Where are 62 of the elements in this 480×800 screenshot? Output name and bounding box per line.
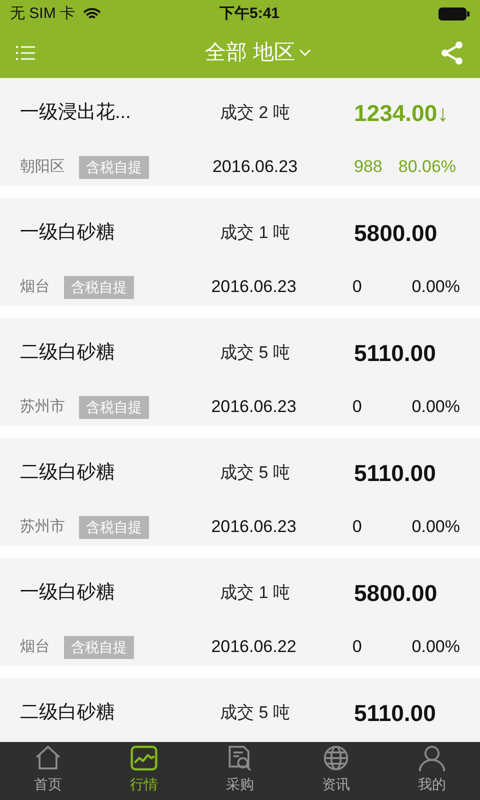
region-text: 朝阳区 (20, 156, 65, 177)
change-value: 0 (352, 276, 362, 298)
region-text: 苏州市 (20, 396, 65, 417)
product-name: 二级白砂糖 (20, 340, 116, 365)
tab-bar-item[interactable]: 我的 (384, 742, 480, 800)
date-text: 2016.06.23 (210, 276, 298, 298)
deal-volume: 成交 5 吨 (219, 702, 291, 724)
region-text: 烟台 (20, 636, 50, 657)
deal-volume: 成交 5 吨 (219, 342, 291, 364)
product-name: 二级白砂糖 (20, 460, 116, 485)
tax-tag: 含税自提 (79, 156, 149, 178)
change-value: 0 (352, 396, 362, 418)
change-value: 988 (354, 156, 382, 178)
price-text: 5110.00 (353, 458, 437, 488)
quote-card[interactable]: 二级白砂糖 成交 5 吨 5110.00 苏州市 含税自提 2016.06.23 0 0.00% (0, 318, 480, 426)
tax-tag: 含税自提 (79, 516, 149, 538)
price-text: 5110.00 (353, 698, 437, 728)
tax-tag: 含税自提 (64, 276, 134, 298)
deal-volume: 成交 2 吨 (219, 102, 291, 124)
change-percent: 80.06% (398, 156, 456, 178)
change-value: 0 (352, 516, 362, 538)
clock-text: 下午5:41 (219, 4, 280, 24)
product-name: 一级白砂糖 (20, 220, 116, 245)
change-percent: 0.00% (412, 396, 460, 418)
menu-icon[interactable] (16, 45, 36, 61)
battery-icon (438, 7, 470, 21)
product-name: 一级白砂糖 (20, 580, 116, 605)
share-icon[interactable] (440, 41, 464, 65)
price-text: 5110.00 (353, 338, 437, 368)
change-value: 0 (352, 636, 362, 658)
region-text: 苏州市 (20, 516, 65, 537)
date-text: 2016.06.23 (210, 516, 298, 538)
tax-tag: 含税自提 (79, 396, 149, 418)
price-text: 5800.00 (353, 578, 438, 608)
user-icon (417, 744, 447, 774)
tab-bar-item[interactable]: 采购 (192, 742, 288, 800)
tax-tag: 含税自提 (64, 636, 134, 658)
region-text: 烟台 (20, 276, 50, 297)
carrier-text: 无 SIM 卡 (10, 4, 76, 24)
deal-volume: 成交 1 吨 (219, 222, 291, 244)
date-text: 2016.06.23 (211, 156, 299, 178)
change-percent: 0.00% (412, 276, 460, 298)
quote-card[interactable]: 二级白砂糖 成交 5 吨 5110.00 苏州市 含税自提 2016.06.23 0 0.00% (0, 438, 480, 546)
wifi-icon (83, 8, 102, 20)
quote-card[interactable]: 一级白砂糖 成交 1 吨 5800.00 烟台 含税自提 2016.06.22 0 0.00% (0, 558, 480, 666)
tab-bar-item[interactable]: 资讯 (288, 742, 384, 800)
caret-icon (298, 49, 311, 57)
date-text: 2016.06.22 (210, 636, 298, 658)
quote-card[interactable]: 二级白砂糖 成交 5 吨 5110.00 (0, 678, 480, 742)
quote-card[interactable]: 一级浸出花... 成交 2 吨 1234.00↓ 朝阳区 含税自提 2016.06.23 988 80.06% (0, 78, 480, 186)
tab-bar-item[interactable]: 行情 (96, 742, 192, 800)
price-text: 5800.00 (353, 218, 438, 248)
tab-bar-item[interactable]: 首页 (0, 742, 96, 800)
deal-volume: 成交 1 吨 (219, 582, 291, 604)
change-percent: 0.00% (412, 636, 460, 658)
product-name: 二级白砂糖 (20, 700, 116, 725)
product-name: 一级浸出花... (20, 100, 132, 125)
price-text: 1234.00↓ (353, 98, 450, 128)
deal-volume: 成交 5 吨 (219, 462, 291, 484)
change-percent: 0.00% (412, 516, 460, 538)
date-text: 2016.06.23 (210, 396, 298, 418)
quote-card[interactable]: 一级白砂糖 成交 1 吨 5800.00 烟台 含税自提 2016.06.23 0 0.00% (0, 198, 480, 306)
